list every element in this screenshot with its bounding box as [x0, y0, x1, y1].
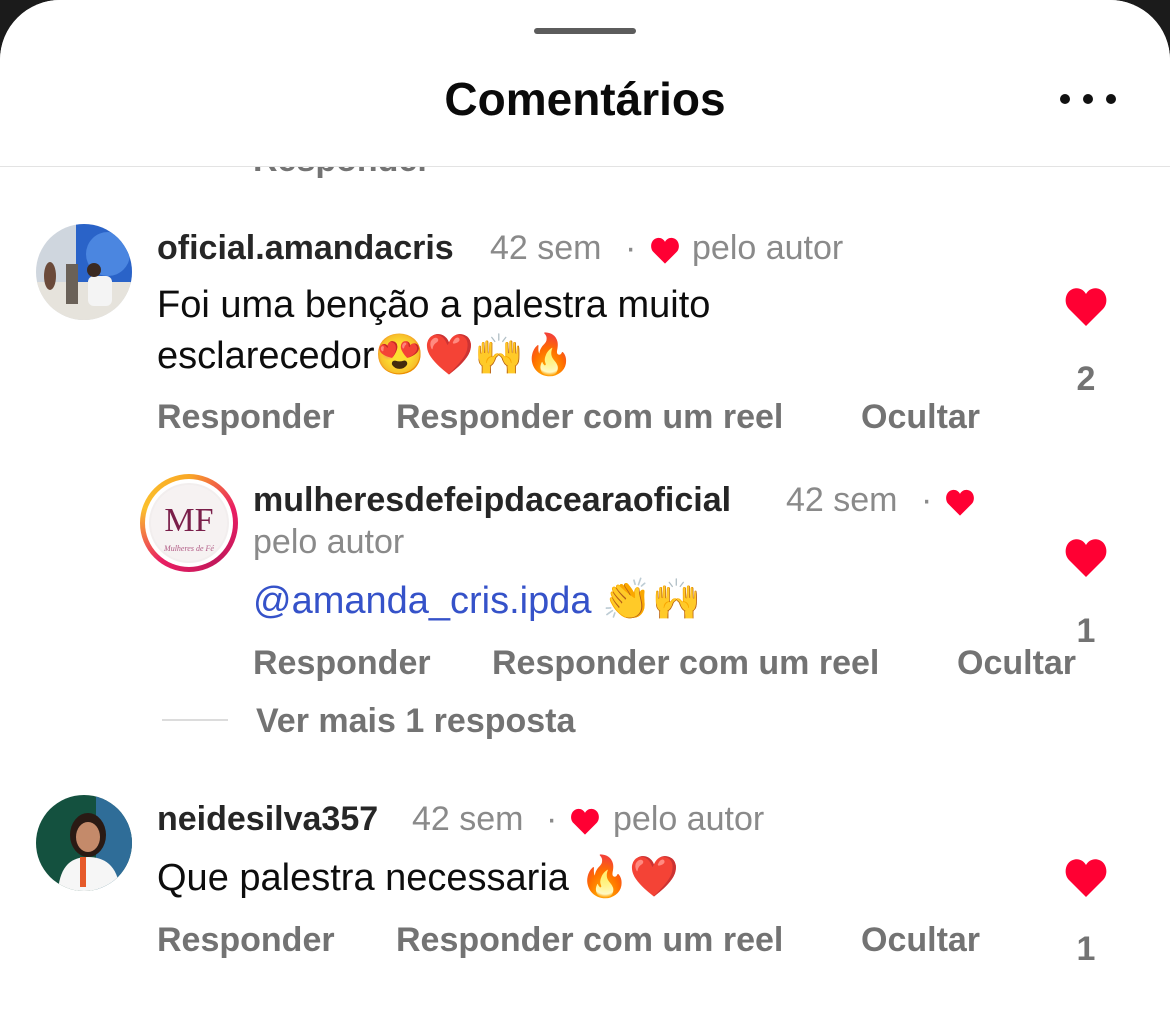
like-count: 1: [1076, 612, 1096, 650]
reply-text: @amanda_cris.ipda 👏🙌: [253, 575, 1033, 626]
reply-with-reel-button[interactable]: Responder com um reel: [492, 644, 879, 683]
like-count: 2: [1076, 360, 1096, 398]
reply-time: 42 sem: [786, 481, 898, 519]
reply-button[interactable]: Responder: [253, 644, 431, 683]
avatar-logo-text: Mulheres de Fé: [163, 544, 214, 553]
hide-button[interactable]: Ocultar: [861, 921, 980, 960]
hide-button[interactable]: Ocultar: [861, 398, 980, 437]
replies-divider: [162, 719, 228, 721]
comment-emojis: 🔥❤️: [579, 855, 680, 899]
comment-text: Que palestra necessaria 🔥❤️: [157, 855, 680, 899]
reply-button[interactable]: Responder: [157, 921, 335, 960]
reply-with-reel-button[interactable]: Responder com um reel: [396, 398, 783, 437]
avatar-story-ring[interactable]: MF Mulheres de Fé: [140, 474, 238, 572]
author-like-label: pelo autor: [692, 229, 844, 267]
author-like-label: pelo autor: [613, 800, 765, 838]
comment-time: 42 sem: [412, 800, 524, 838]
view-more-replies-button[interactable]: Ver mais 1 resposta: [256, 702, 575, 741]
reply-emojis: 👏🙌: [602, 578, 702, 622]
avatar[interactable]: [36, 795, 132, 891]
comments-sheet: Responder Comentários oficial.amandacris…: [0, 0, 1170, 1010]
drag-handle[interactable]: [534, 28, 636, 34]
header: Comentários: [0, 0, 1170, 166]
like-heart-icon[interactable]: [1061, 284, 1111, 328]
author-heart-icon: [571, 808, 599, 835]
like-heart-icon[interactable]: [1061, 535, 1111, 579]
author-heart-icon: [946, 489, 974, 516]
reply-with-reel-button[interactable]: Responder com um reel: [396, 921, 783, 960]
like-count: 1: [1076, 930, 1096, 968]
comment-text: Foi uma benção a palestra muito esclarec…: [157, 284, 711, 377]
mention-link[interactable]: @amanda_cris.ipda: [253, 580, 592, 622]
header-divider: [0, 166, 1170, 167]
page-title: Comentários: [444, 73, 726, 125]
author-like-label: pelo autor: [253, 523, 405, 561]
meta-separator: ·: [625, 229, 637, 267]
comment-time: 42 sem: [490, 229, 602, 267]
comment-emojis: 😍❤️🙌🔥: [374, 333, 574, 377]
author-heart-icon: [651, 237, 679, 264]
comment-username[interactable]: oficial.amandacris: [157, 229, 454, 268]
svg-text:MF: MF: [164, 502, 213, 539]
more-options-icon[interactable]: [1060, 94, 1116, 106]
avatar[interactable]: [36, 224, 132, 320]
meta-separator: ·: [921, 481, 933, 519]
reply-username[interactable]: mulheresdefeipdacearaoficial: [253, 481, 731, 520]
comment-username[interactable]: neidesilva357: [157, 800, 378, 839]
reply-button[interactable]: Responder: [157, 398, 335, 437]
meta-separator: ·: [546, 800, 558, 838]
like-heart-icon[interactable]: [1061, 855, 1111, 899]
hide-button[interactable]: Ocultar: [957, 644, 1076, 683]
